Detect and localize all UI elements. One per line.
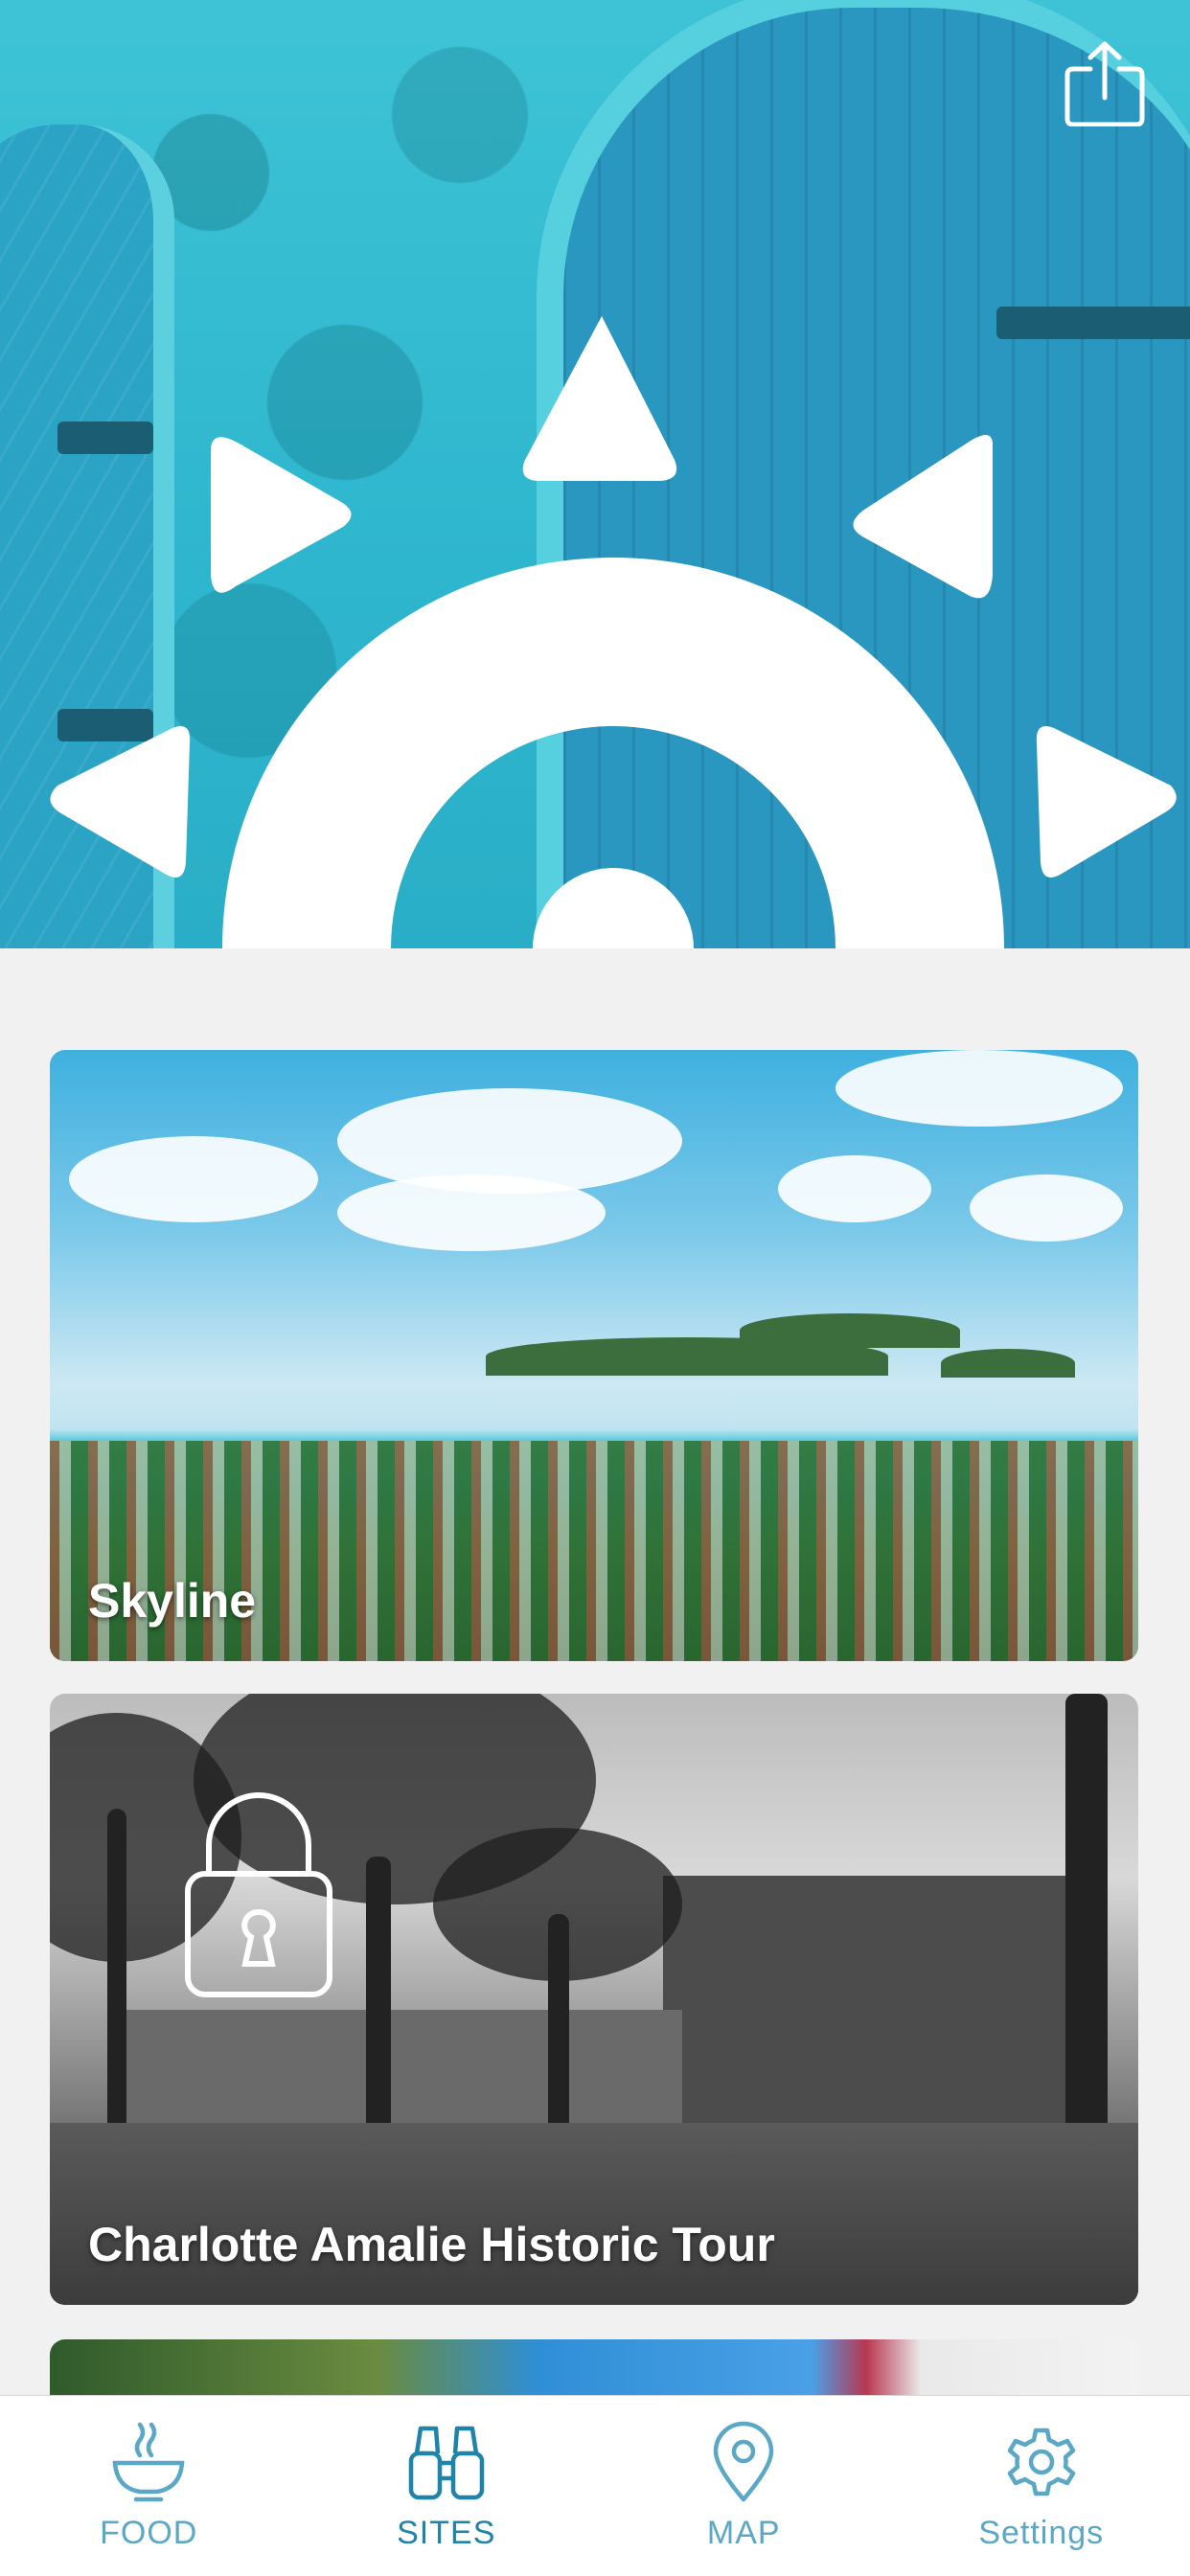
cloud: [970, 1174, 1123, 1242]
cloud: [337, 1174, 606, 1251]
island: [740, 1313, 960, 1348]
hero-banner: [0, 0, 1190, 948]
card-title: Skyline: [88, 1573, 256, 1629]
site-card-partial[interactable]: [50, 2339, 1138, 2397]
tree-trunk: [107, 1809, 126, 2173]
tab-label-settings: Settings: [978, 2515, 1104, 2552]
skyline-photo: [50, 1050, 1138, 1661]
lawn: [50, 2123, 1138, 2305]
cloud: [69, 1136, 318, 1222]
tree-trunk: [366, 1857, 391, 2163]
tab-label-sites: SITES: [397, 2515, 495, 2552]
share-button[interactable]: [1062, 40, 1148, 126]
tab-sites[interactable]: SITES: [298, 2396, 596, 2576]
gear-icon: [1000, 2421, 1083, 2503]
card-title: Charlotte Amalie Historic Tour: [88, 2217, 775, 2272]
tab-label-food: FOOD: [100, 2515, 197, 2552]
map-pin-icon: [702, 2421, 785, 2503]
tab-map[interactable]: MAP: [595, 2396, 893, 2576]
tab-settings[interactable]: Settings: [893, 2396, 1190, 2576]
sites-list: Skyline Charlotte Amalie Historic Tour: [50, 1050, 1138, 2337]
cloud: [778, 1155, 931, 1222]
lock-icon: [182, 1786, 335, 2000]
sun-logo-icon: [0, 0, 1190, 948]
tab-bar: FOOD SITES MAP: [0, 2395, 1190, 2576]
tab-label-map: MAP: [707, 2515, 781, 2552]
island: [941, 1349, 1075, 1378]
tab-food[interactable]: FOOD: [0, 2396, 298, 2576]
cloud: [835, 1050, 1123, 1127]
site-card-charlotte-amalie-historic-tour[interactable]: Charlotte Amalie Historic Tour: [50, 1694, 1138, 2305]
bowl-icon: [107, 2421, 190, 2503]
share-icon: [1062, 40, 1148, 126]
site-card-skyline[interactable]: Skyline: [50, 1050, 1138, 1661]
binoculars-icon: [405, 2421, 488, 2503]
